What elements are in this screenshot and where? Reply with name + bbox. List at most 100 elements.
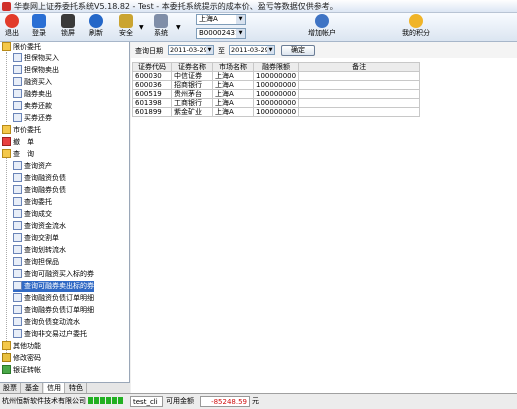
start-date-picker[interactable]: 2011-03-29 ▼: [168, 45, 214, 55]
tools-icon: [154, 14, 168, 28]
document-icon: [13, 77, 22, 86]
security-dropdown-icon[interactable]: ▼: [139, 24, 144, 31]
date-to-label: 至: [218, 47, 225, 55]
app-icon: [2, 2, 11, 11]
function-tree: 限价委托 担保物买入 担保物卖出 融资买入 融券卖出 卖券还款 买券还券 市价委…: [0, 42, 130, 382]
cell-market: 上海A: [212, 98, 254, 108]
tree-query-short-debt[interactable]: 查询融券负债: [13, 185, 66, 196]
tree-query-statement[interactable]: 查询交割单: [13, 233, 59, 244]
company-name: 杭州恒新软件技术有限公司: [2, 397, 86, 405]
tree-query-funds-flow[interactable]: 查询资金流水: [13, 221, 66, 232]
add-account-button[interactable]: 增加帐户: [305, 14, 339, 41]
table-header: 证券代码 证券名称 市场名称 融券限额 备注: [132, 62, 421, 72]
query-date-label: 查询日期: [135, 47, 163, 55]
chevron-down-icon: ▼: [236, 15, 245, 24]
document-icon: [13, 197, 22, 206]
market-select[interactable]: 上海A ▼: [196, 14, 246, 25]
sidebar-tabs: 股票 基金 信用 特色: [0, 382, 130, 394]
tree-query[interactable]: 查 询: [2, 149, 34, 160]
tree-query-deals[interactable]: 查询成交: [13, 209, 52, 220]
my-points-button[interactable]: 我的积分: [398, 14, 434, 41]
cell-market: 上海A: [212, 89, 254, 99]
chevron-down-icon: ▼: [267, 46, 274, 54]
cell-code: 601899: [132, 107, 172, 117]
system-button[interactable]: 系统: [150, 14, 172, 41]
connection-progress: [88, 396, 124, 407]
document-icon: [13, 269, 22, 278]
tree-query-collateral[interactable]: 查询担保品: [13, 257, 59, 268]
system-dropdown-icon[interactable]: ▼: [176, 24, 181, 31]
table-row[interactable]: 601899 紫金矿业 上海A 100000000: [132, 107, 421, 117]
tree-short-sell[interactable]: 融券卖出: [13, 89, 52, 100]
tree-query-margin-targets[interactable]: 查询可融资买入标的券: [13, 269, 94, 280]
col-remark[interactable]: 备注: [298, 62, 421, 72]
cell-name: 工商银行: [171, 98, 213, 108]
tree-query-debt-change[interactable]: 查询负债变动流水: [13, 317, 80, 328]
cell-market: 上海A: [212, 107, 254, 117]
table-row[interactable]: 601398 工商银行 上海A 100000000: [132, 98, 421, 108]
tree-sell-repay[interactable]: 卖券还款: [13, 101, 52, 112]
document-icon: [13, 161, 22, 170]
login-icon: [32, 14, 46, 28]
confirm-button[interactable]: 确定: [281, 45, 315, 56]
tree-buy-repay[interactable]: 买券还券: [13, 113, 52, 124]
cell-remark: [298, 107, 421, 117]
tree-query-margin-debt[interactable]: 查询融资负债: [13, 173, 66, 184]
document-icon: [13, 89, 22, 98]
tree-query-margin-contracts[interactable]: 查询融资负债订单明细: [13, 293, 94, 304]
query-bar: 查询日期 2011-03-29 ▼ 至 2011-03-29 ▼ 确定: [131, 42, 517, 58]
tree-query-short-targets[interactable]: 查询可融券卖出标的券: [13, 281, 94, 292]
tree-query-transfer-flow[interactable]: 查询划转流水: [13, 245, 66, 256]
login-button[interactable]: 登录: [28, 14, 50, 41]
main-panel: 查询日期 2011-03-29 ▼ 至 2011-03-29 ▼ 确定 证券代码…: [131, 42, 517, 393]
tree-other[interactable]: 其他功能: [2, 341, 41, 352]
table-row[interactable]: 600030 中信证券 上海A 100000000: [132, 71, 421, 81]
end-date-picker[interactable]: 2011-03-29 ▼: [229, 45, 275, 55]
cell-limit: 100000000: [252, 71, 300, 81]
cell-remark: [298, 98, 421, 108]
col-limit[interactable]: 融券限额: [252, 62, 300, 72]
tree-margin-buy[interactable]: 融资买入: [13, 77, 52, 88]
result-table: 证券代码 证券名称 市场名称 融券限额 备注 600030 中信证券 上海A 1…: [132, 62, 421, 117]
tree-market-order[interactable]: 市价委托: [2, 125, 41, 136]
exit-button[interactable]: 退出: [2, 14, 22, 41]
cell-remark: [298, 71, 421, 81]
add-user-icon: [315, 14, 329, 28]
tree-query-nontrade[interactable]: 查询非交易过户委托: [13, 329, 87, 340]
cell-name: 贵州茅台: [171, 89, 213, 99]
table-row[interactable]: 600519 贵州茅台 上海A 100000000: [132, 89, 421, 99]
tree-query-orders[interactable]: 查询委托: [13, 197, 52, 208]
document-icon: [13, 245, 22, 254]
document-icon: [13, 53, 22, 62]
available-funds-value: -85248.59: [200, 396, 250, 407]
tree-guarantee-buy[interactable]: 担保物买入: [13, 53, 59, 64]
tree-limit-order[interactable]: 限价委托: [2, 42, 41, 53]
cell-code: 600036: [132, 80, 172, 90]
status-bar: 杭州恒新软件技术有限公司 test_cli 可用金额 -85248.59 元: [0, 393, 517, 409]
document-icon: [13, 293, 22, 302]
tree-query-short-contracts[interactable]: 查询融券负债订单明细: [13, 305, 94, 316]
table-row[interactable]: 600036 招商银行 上海A 100000000: [132, 80, 421, 90]
document-icon: [13, 209, 22, 218]
document-icon: [13, 113, 22, 122]
lock-button[interactable]: 锁屏: [56, 14, 80, 41]
account-select[interactable]: B000024313 ▼: [196, 28, 246, 39]
cell-code: 600030: [132, 71, 172, 81]
col-name[interactable]: 证券名称: [171, 62, 213, 72]
col-code[interactable]: 证券代码: [132, 62, 172, 72]
document-icon: [13, 233, 22, 242]
tree-query-assets[interactable]: 查询资产: [13, 161, 52, 172]
cell-code: 600519: [132, 89, 172, 99]
security-button[interactable]: 安全: [115, 14, 137, 41]
tree-change-password[interactable]: 修改密码: [2, 353, 41, 364]
cell-remark: [298, 89, 421, 99]
window-title: 华泰网上证券委托系统V5.18.82 - Test - 本委托系统提示的成本价、…: [14, 2, 338, 11]
document-icon: [13, 173, 22, 182]
tree-bank-transfer[interactable]: 银证转帐: [2, 365, 41, 376]
tree-cancel[interactable]: 撤 单: [2, 137, 34, 148]
document-icon: [13, 305, 22, 314]
document-icon: [13, 329, 22, 338]
refresh-button[interactable]: 刷新: [85, 14, 107, 41]
col-market[interactable]: 市场名称: [212, 62, 254, 72]
tree-guarantee-sell[interactable]: 担保物卖出: [13, 65, 59, 76]
